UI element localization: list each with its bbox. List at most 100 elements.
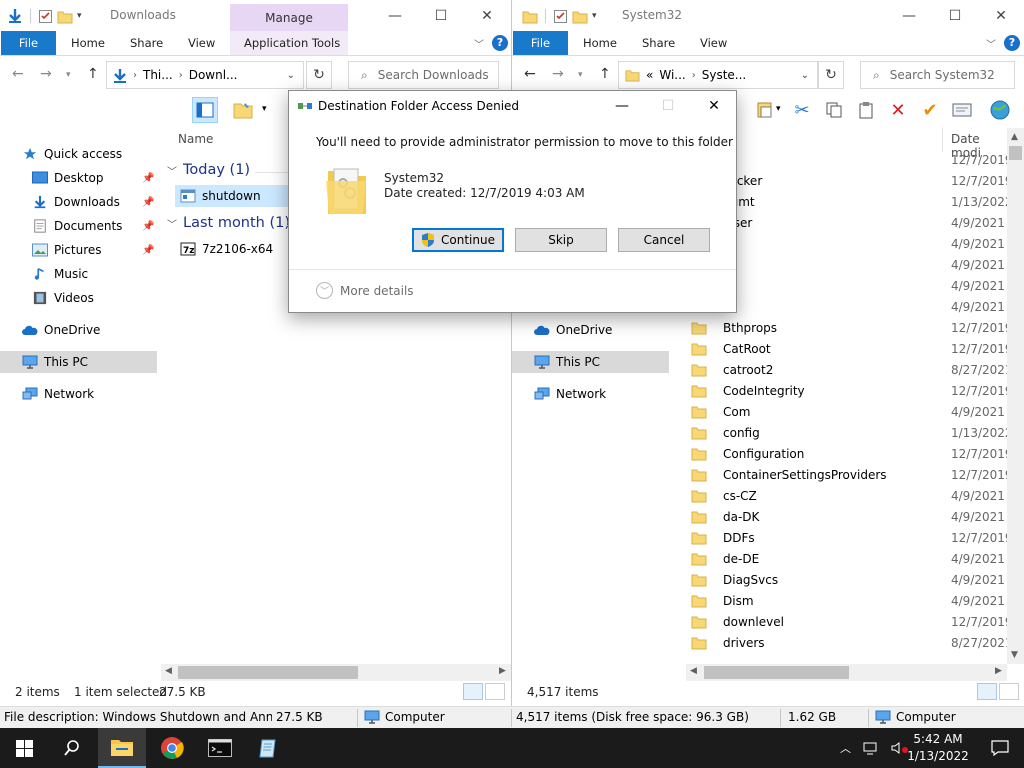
forward-arrow-icon[interactable]: → (40, 66, 52, 82)
nav-this-pc[interactable]: This PC (512, 351, 669, 373)
large-icons-view-icon[interactable] (485, 683, 505, 700)
properties-icon[interactable] (553, 9, 568, 24)
scrollbar-thumb[interactable] (1009, 146, 1022, 160)
column-header-name[interactable]: Name (178, 132, 213, 146)
help-icon[interactable]: ? (1004, 35, 1020, 51)
tab-application-tools[interactable]: Application Tools (244, 31, 340, 55)
scroll-left-icon[interactable]: ◀ (690, 666, 697, 676)
globe-icon[interactable] (987, 97, 1013, 123)
nav-pictures[interactable]: Pictures (32, 239, 102, 261)
group-today[interactable]: ﹀ Today (1) (167, 162, 250, 178)
large-icons-view-icon[interactable] (999, 683, 1019, 700)
breadcrumb-overflow[interactable]: « (646, 68, 653, 82)
properties-icon[interactable] (38, 9, 53, 24)
manage-tab[interactable]: Manage (230, 4, 348, 31)
nav-this-pc[interactable]: This PC (0, 351, 157, 373)
new-folder-icon[interactable] (57, 9, 73, 24)
pin-icon[interactable]: 📌 (142, 173, 154, 184)
rename-check-icon[interactable]: ✔ (917, 97, 943, 123)
tab-file[interactable]: File (513, 31, 568, 55)
table-row[interactable]: cs-CZ 4/9/2021 9 (686, 485, 1007, 507)
scroll-left-icon[interactable]: ◀ (165, 666, 172, 676)
refresh-button[interactable]: ↻ (818, 61, 844, 89)
toolbar-dropdown-icon[interactable]: ▾ (776, 104, 781, 114)
collapse-ribbon-icon[interactable]: ﹀ (474, 36, 484, 51)
scroll-down-icon[interactable]: ▼ (1011, 650, 1018, 660)
table-row[interactable]: DDFs 12/7/2019 (686, 527, 1007, 549)
table-row[interactable]: da-DK 4/9/2021 9 (686, 506, 1007, 528)
maximize-button[interactable]: ☐ (932, 0, 978, 31)
start-button[interactable] (0, 728, 48, 768)
navigation-pane-icon[interactable] (192, 97, 218, 123)
address-dropdown-icon[interactable]: ⌄ (287, 70, 295, 81)
breadcrumb-windows[interactable]: Wi... (659, 68, 685, 82)
network-status-icon[interactable] (863, 741, 879, 755)
copy-icon[interactable] (821, 97, 847, 123)
details-view-icon[interactable] (463, 683, 483, 700)
forward-arrow-icon[interactable]: → (552, 66, 564, 82)
pin-folder-icon[interactable] (230, 97, 256, 123)
breadcrumb-this-pc[interactable]: Thi... (143, 68, 173, 82)
tab-home[interactable]: Home (583, 31, 617, 55)
pin-icon[interactable]: 📌 (142, 197, 154, 208)
maximize-button[interactable]: ☐ (418, 0, 464, 31)
details-view-icon[interactable] (977, 683, 997, 700)
back-arrow-icon[interactable]: ← (12, 66, 24, 82)
vertical-scrollbar[interactable]: ▲ ▼ (1007, 128, 1024, 664)
up-arrow-icon[interactable]: ↑ (599, 66, 611, 82)
scrollbar-thumb[interactable] (178, 666, 358, 679)
horizontal-scrollbar[interactable]: ◀ ▶ (161, 664, 511, 681)
command-prompt-taskbar-button[interactable] (196, 728, 244, 768)
search-system32-box[interactable]: ⌕ Search System32 (860, 61, 1015, 89)
notepad-taskbar-button[interactable] (244, 728, 292, 768)
table-row[interactable]: drivers 8/27/2021 (686, 632, 1007, 654)
recent-locations-icon[interactable]: ▾ (66, 70, 71, 80)
nav-music[interactable]: Music (32, 263, 88, 285)
customize-toolbar-icon[interactable]: ▾ (77, 11, 82, 21)
horizontal-scrollbar[interactable]: ◀ ▶ (686, 664, 1007, 681)
nav-network[interactable]: Network (22, 383, 94, 405)
table-row[interactable]: ContainerSettingsProviders 12/7/2019 (686, 464, 1007, 486)
minimize-button[interactable]: — (886, 0, 932, 31)
search-downloads-box[interactable]: ⌕ Search Downloads (348, 61, 499, 89)
nav-network[interactable]: Network (534, 383, 606, 405)
recent-locations-icon[interactable]: ▾ (578, 70, 583, 80)
scroll-up-icon[interactable]: ▲ (1011, 132, 1018, 142)
tab-share[interactable]: Share (130, 31, 163, 55)
table-row[interactable]: CodeIntegrity 12/7/2019 (686, 380, 1007, 402)
table-row[interactable]: Com 4/9/2021 9 (686, 401, 1007, 423)
table-row[interactable]: de-DE 4/9/2021 9 (686, 548, 1007, 570)
scrollbar-thumb[interactable] (704, 666, 849, 679)
tab-home[interactable]: Home (71, 31, 105, 55)
group-last-month[interactable]: ﹀ Last month (1) (167, 215, 290, 231)
table-row[interactable]: CatRoot 12/7/2019 (686, 338, 1007, 360)
address-bar[interactable]: « Wi... › Syste... ⌄ (618, 61, 818, 89)
chrome-taskbar-button[interactable] (148, 728, 196, 768)
nav-onedrive[interactable]: OneDrive (22, 319, 100, 341)
nav-downloads[interactable]: Downloads (32, 191, 120, 213)
paste-options-icon[interactable] (752, 97, 778, 123)
close-button[interactable]: ✕ (464, 0, 510, 31)
refresh-button[interactable]: ↻ (306, 61, 332, 89)
file-row-7z2106[interactable]: 7z 7z2106-x64 (175, 238, 273, 260)
more-details-toggle[interactable]: ﹀ More details (316, 282, 414, 299)
breadcrumb-downloads[interactable]: Downl... (189, 68, 238, 82)
file-row-shutdown[interactable]: shutdown (175, 185, 295, 207)
collapse-ribbon-icon[interactable]: ﹀ (986, 36, 996, 51)
back-arrow-icon[interactable]: ← (524, 66, 536, 82)
address-bar[interactable]: › Thi... › Downl... ⌄ (106, 61, 304, 89)
tab-share[interactable]: Share (642, 31, 675, 55)
table-row[interactable]: Configuration 12/7/2019 (686, 443, 1007, 465)
nav-onedrive[interactable]: OneDrive (534, 319, 612, 341)
paste-icon[interactable] (853, 97, 879, 123)
customize-toolbar-icon[interactable]: ▾ (592, 11, 597, 21)
tab-view[interactable]: View (188, 31, 215, 55)
table-row[interactable]: catroot2 8/27/2021 (686, 359, 1007, 381)
continue-button[interactable]: Continue (412, 228, 504, 252)
breadcrumb-system32[interactable]: Syste... (702, 68, 747, 82)
close-button[interactable]: ✕ (978, 0, 1024, 31)
file-explorer-taskbar-button[interactable] (98, 728, 146, 768)
show-hidden-icons-icon[interactable]: ︿ (840, 740, 851, 756)
download-arrow-icon[interactable] (7, 8, 23, 24)
scroll-right-icon[interactable]: ▶ (499, 666, 506, 676)
